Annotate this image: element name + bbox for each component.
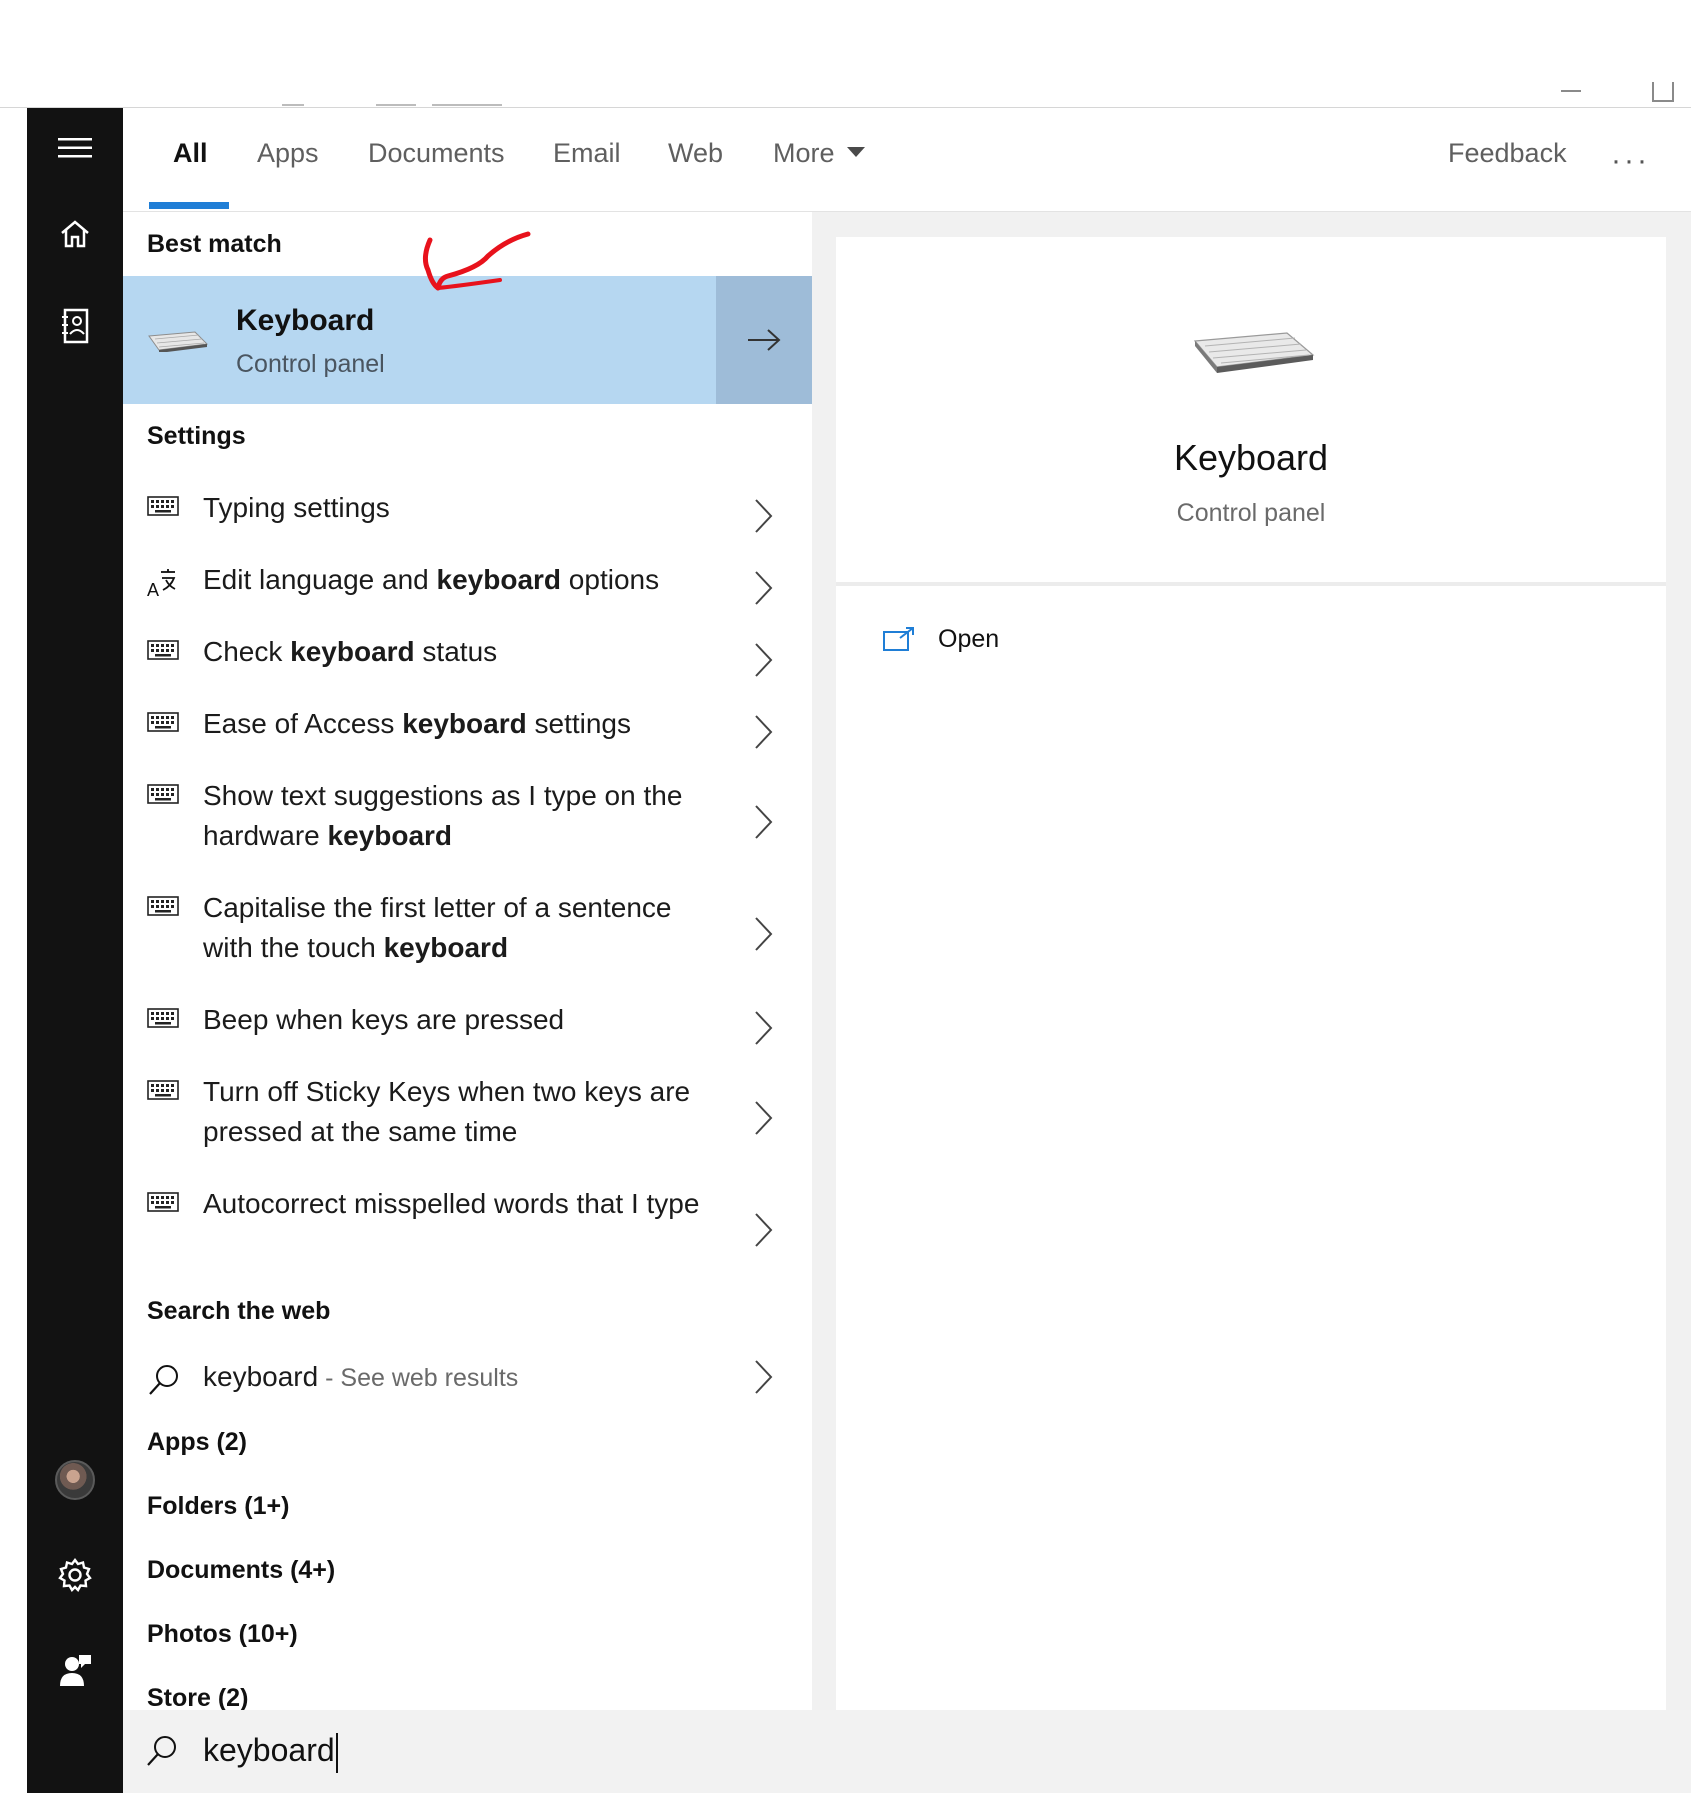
category-item[interactable]: Store (2) <box>147 1684 248 1713</box>
category-item[interactable]: Photos (10+) <box>147 1620 298 1649</box>
search-icon <box>147 1363 181 1402</box>
more-options-icon[interactable]: ··· <box>1611 144 1650 178</box>
chevron-down-icon <box>846 146 865 157</box>
feedback-link[interactable]: Feedback <box>1448 138 1567 182</box>
category-item[interactable]: Documents (4+) <box>147 1556 335 1585</box>
preview-panel: Keyboard Control panel Open <box>836 237 1666 1710</box>
open-label: Open <box>938 624 1000 653</box>
open-button[interactable]: Open <box>882 619 999 659</box>
web-result-item[interactable]: keyboard - See web results <box>123 1357 812 1413</box>
preview-divider <box>836 582 1666 586</box>
web-result-query: keyboard <box>203 1361 319 1392</box>
text-cursor <box>335 1732 338 1773</box>
left-rail <box>27 108 123 1793</box>
preview-title: Keyboard <box>1173 437 1329 478</box>
user-avatar[interactable] <box>27 1440 123 1520</box>
search-box[interactable]: keyboard <box>123 1710 1691 1793</box>
preview-subtitle: Control panel <box>1176 499 1326 527</box>
minimize-icon[interactable] <box>1561 90 1581 92</box>
maximize-icon[interactable] <box>1652 82 1674 102</box>
search-icon <box>145 1734 179 1773</box>
search-input[interactable]: keyboard <box>203 1724 1003 1776</box>
open-external-icon <box>883 627 914 651</box>
avatar <box>55 1460 95 1500</box>
category-item[interactable]: Apps (2) <box>147 1428 247 1457</box>
settings-gear-icon[interactable] <box>27 1535 123 1615</box>
search-input-value: keyboard <box>203 1732 335 1768</box>
web-result-suffix: - See web results <box>318 1364 519 1392</box>
keyboard-large-icon <box>1191 327 1316 378</box>
chevron-right-icon <box>753 1359 775 1400</box>
hamburger-menu-icon[interactable] <box>27 108 123 188</box>
red-checkmark-annotation <box>418 228 538 313</box>
search-the-web-heading: Search the web <box>147 1297 331 1325</box>
notebook-icon[interactable] <box>27 286 123 366</box>
feedback-person-icon[interactable] <box>27 1631 123 1711</box>
home-icon[interactable] <box>27 194 123 274</box>
web-result-text: keyboard - See web results <box>203 1357 703 1398</box>
category-item[interactable]: Folders (1+) <box>147 1492 289 1521</box>
